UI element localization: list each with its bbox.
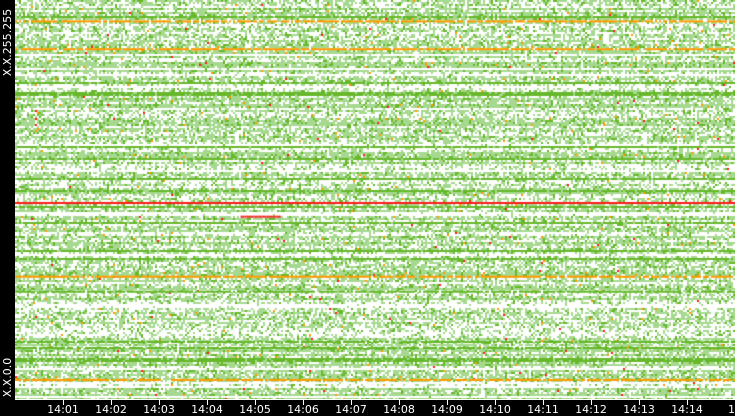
y-axis: X.X.255.255 X.X.0.0 xyxy=(0,0,15,399)
x-tick-label: 14:14 xyxy=(671,403,703,416)
x-tick-label: 14:11 xyxy=(527,403,559,416)
x-tick-label: 14:10 xyxy=(479,403,511,416)
x-tick-label: 14:02 xyxy=(95,403,127,416)
x-tick-label: 14:09 xyxy=(431,403,463,416)
x-tick-label: 14:06 xyxy=(287,403,319,416)
y-label-top: X.X.255.255 xyxy=(1,8,14,77)
x-tick-label: 14:04 xyxy=(191,403,223,416)
x-tick-label: 14:08 xyxy=(383,403,415,416)
x-tick-label: 14 xyxy=(728,403,735,416)
x-tick-label: 14:03 xyxy=(143,403,175,416)
heatmap-canvas xyxy=(15,0,735,399)
x-tick-label: 14:05 xyxy=(239,403,271,416)
x-axis: 14:01 14:02 14:03 14:04 14:05 14:06 14:07 14:08… xyxy=(15,399,735,416)
x-tick-label: 14:07 xyxy=(335,403,367,416)
y-label-bottom: X.X.0.0 xyxy=(1,357,14,398)
x-tick-label: 14:01 xyxy=(47,403,79,416)
x-tick-label: 14:13 xyxy=(623,403,655,416)
traffic-heatmap[interactable] xyxy=(15,0,735,399)
x-tick-label: 14:12 xyxy=(575,403,607,416)
